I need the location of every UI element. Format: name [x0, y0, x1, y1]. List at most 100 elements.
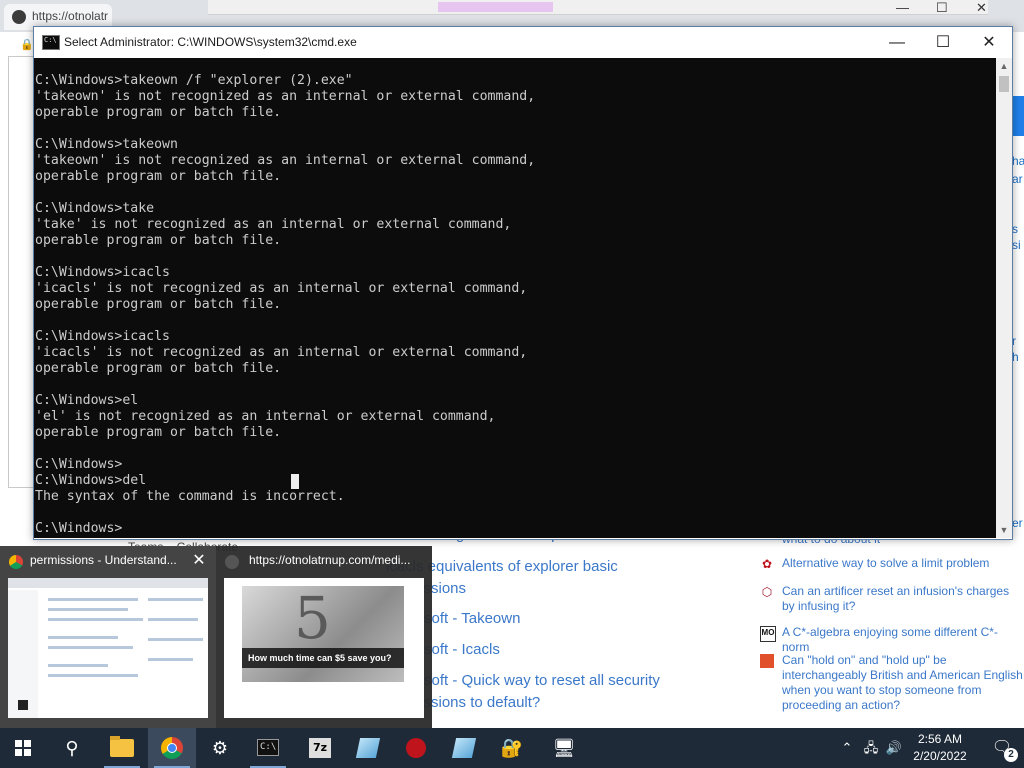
console-output[interactable]: C:\Windows>takeown /f "explorer (2).exe"…: [34, 58, 996, 538]
app-monitor-button[interactable]: 🖥: [540, 728, 588, 768]
app-blue-2-icon: [451, 738, 477, 758]
cmd-window[interactable]: Select Administrator: C:\WINDOWS\system3…: [33, 26, 1013, 540]
thumbnail-chrome-permissions[interactable]: permissions - Understand... ✕: [0, 546, 216, 728]
chrome-icon: [161, 737, 183, 759]
chrome-button[interactable]: [148, 728, 196, 768]
right-edge-button[interactable]: [1012, 96, 1024, 136]
show-hidden-icons-button[interactable]: ⌃: [838, 728, 856, 768]
console-line: C:\Windows>del: [35, 473, 147, 488]
hot-question-text: Alternative way to solve a limit problem: [782, 556, 990, 570]
hot-question-text: A C*-algebra enjoying some different C*-…: [782, 625, 998, 654]
bg-minimize-icon[interactable]: —: [896, 0, 909, 15]
app-blue-icon: [355, 738, 381, 758]
console-scrollbar[interactable]: ▲ ▼: [996, 58, 1012, 538]
right-fragment: er: [1012, 516, 1023, 530]
console-line: C:\Windows>takeown: [35, 137, 178, 152]
volume-button[interactable]: 🔊: [884, 728, 904, 768]
bookmark-icon: [760, 654, 774, 668]
thumbnail-caption: How much time can $5 save you?: [242, 648, 404, 668]
scroll-down-icon[interactable]: ▼: [996, 522, 1012, 538]
minimize-button[interactable]: —: [874, 27, 920, 58]
app-blue-button[interactable]: [344, 728, 392, 768]
console-line: 'el' is not recognized as an internal or…: [35, 409, 496, 424]
app-blue-2-button[interactable]: [440, 728, 488, 768]
console-text: C:\Windows>takeown /f "explorer (2).exe"…: [35, 73, 535, 537]
notification-count-badge: 2: [1004, 748, 1018, 762]
hot-question[interactable]: Can "hold on" and "hold up" be interchan…: [760, 653, 1024, 712]
lock-icon: 🔒: [20, 39, 34, 51]
related-link[interactable]: soft - Takeown: [424, 610, 520, 627]
scrollbar-thumb[interactable]: [999, 76, 1009, 92]
right-fragment: ha: [1012, 154, 1024, 168]
cmd-app-icon[interactable]: [42, 35, 60, 50]
cmd-taskbar-button[interactable]: C:\: [244, 728, 292, 768]
close-button[interactable]: ✕: [966, 27, 1012, 58]
taskbar-clock[interactable]: 2:56 AM 2/20/2022: [904, 731, 976, 765]
globe-icon: [12, 10, 26, 24]
dnd-icon: ⬡: [761, 585, 773, 599]
network-button[interactable]: 🖧: [860, 728, 882, 768]
app-red-button[interactable]: [392, 728, 440, 768]
related-link[interactable]: soft - Icacls: [424, 641, 500, 658]
highlight-bar: [438, 2, 553, 12]
console-line: 'takeown' is not recognized as an intern…: [35, 153, 536, 168]
text-cursor: [291, 474, 299, 489]
file-explorer-button[interactable]: [98, 728, 146, 768]
right-fragment: si: [1012, 238, 1021, 252]
security-lock-icon: 🔐: [500, 738, 524, 758]
7zip-button[interactable]: 7z: [296, 728, 344, 768]
dollar-five-glyph: 5: [294, 584, 331, 652]
windows-logo-icon: [15, 740, 31, 756]
thumbnail-otnolatrnup[interactable]: https://otnolatrnup.com/medi... 5 How mu…: [216, 546, 432, 728]
start-button[interactable]: [0, 728, 48, 768]
console-line: The syntax of the command is incorrect.: [35, 489, 345, 504]
gear-icon: ⚙: [211, 738, 229, 758]
cmd-titlebar[interactable]: Select Administrator: C:\WINDOWS\system3…: [34, 27, 1012, 58]
globe-icon: [225, 555, 239, 569]
folder-icon: [110, 736, 134, 757]
terminal-icon: C:\: [257, 739, 279, 756]
thumbnail-title: permissions - Understand...: [30, 553, 177, 567]
console-line: operable program or batch file.: [35, 297, 282, 312]
chevron-up-icon: ⌃: [841, 740, 853, 755]
background-left-window: [8, 56, 35, 488]
thumbnail-preview: [8, 578, 208, 718]
mo-icon: MO: [760, 626, 776, 642]
scroll-up-icon[interactable]: ▲: [996, 58, 1012, 74]
console-line: C:\Windows>takeown /f "explorer (2).exe": [35, 73, 353, 88]
close-icon[interactable]: ✕: [188, 550, 210, 572]
right-fragment: h: [1012, 350, 1019, 364]
console-line: operable program or batch file.: [35, 105, 282, 120]
background-window-bar: [208, 0, 988, 15]
console-line: operable program or batch file.: [35, 425, 282, 440]
bg-maximize-icon[interactable]: ☐: [936, 0, 948, 16]
maximize-button[interactable]: ☐: [920, 27, 966, 58]
search-button[interactable]: ⚲: [48, 728, 96, 768]
taskbar: ⚲ ⚙ C:\ 7z 🔐 🖥 ⌃ 🖧 🔊 2:56 AM 2/20/2022 🗨…: [0, 728, 1024, 768]
hot-question-text: Can an artificer reset an infusion's cha…: [782, 584, 1010, 613]
clock-date: 2/20/2022: [913, 749, 967, 763]
action-center-button[interactable]: 🗨 2: [980, 728, 1024, 768]
related-link[interactable]: soft - Quick way to reset all security: [424, 672, 660, 689]
bg-close-icon[interactable]: ✕: [976, 0, 987, 16]
console-line: C:\Windows>: [35, 457, 123, 472]
thumbnail-title: https://otnolatrnup.com/medi...: [249, 553, 411, 567]
app-security-button[interactable]: 🔐: [488, 728, 536, 768]
console-line: 'takeown' is not recognized as an intern…: [35, 89, 536, 104]
monitor-icon: 🖥: [552, 738, 576, 758]
console-line: C:\Windows>el: [35, 393, 139, 408]
hot-question-text: Can "hold on" and "hold up" be interchan…: [782, 653, 1023, 712]
settings-button[interactable]: ⚙: [196, 728, 244, 768]
7zip-icon: 7z: [309, 738, 331, 758]
thumbnail-preview: 5 How much time can $5 save you?: [224, 578, 424, 718]
network-icon: 🖧: [863, 740, 879, 755]
search-icon: ⚲: [65, 738, 79, 758]
hot-question[interactable]: ⬡ Can an artificer reset an infusion's c…: [760, 584, 1024, 618]
red-flower-icon: ✿: [761, 557, 773, 571]
